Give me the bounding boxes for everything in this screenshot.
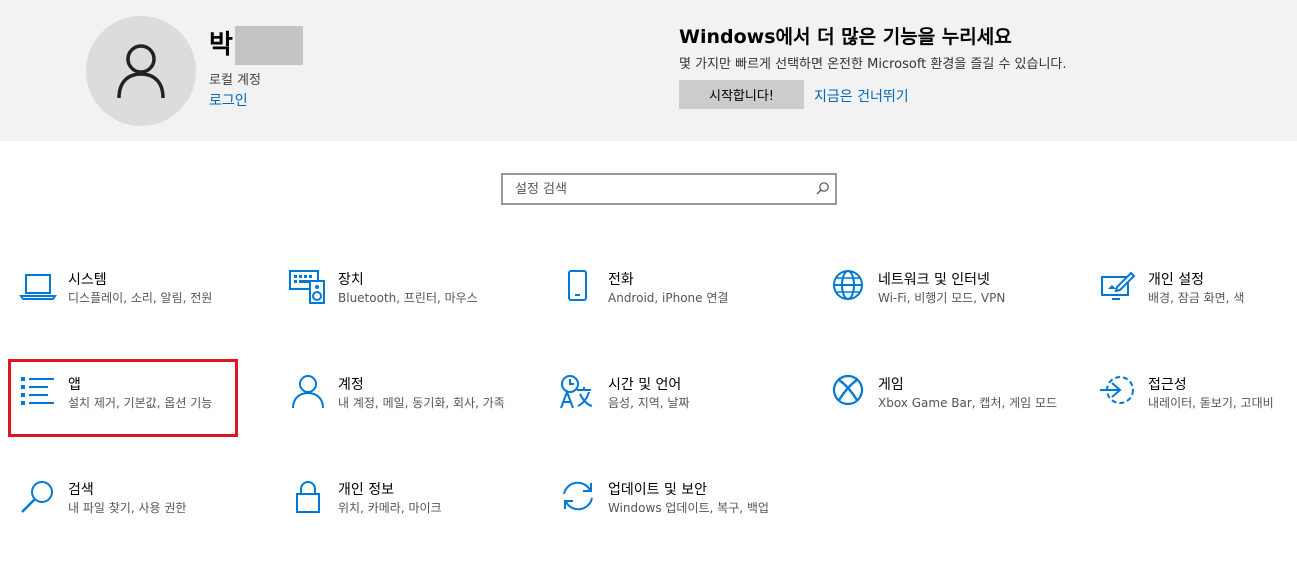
tile-description: Bluetooth, 프린터, 마우스	[338, 291, 478, 305]
tile-update-security[interactable]: 업데이트 및 보안 Windows 업데이트, 복구, 백업	[548, 479, 793, 561]
tile-description: Wi-Fi, 비행기 모드, VPN	[878, 291, 1006, 305]
settings-search-box[interactable]	[501, 173, 837, 205]
tile-description: Android, iPhone 연결	[608, 291, 729, 305]
tile-label: 접근성	[1148, 377, 1187, 393]
promo-title: Windows에서 더 많은 기능을 누리세요	[679, 26, 1012, 48]
tile-description: 내레이터, 돋보기, 고대비	[1148, 396, 1274, 410]
highlight-box	[8, 359, 238, 437]
avatar	[86, 16, 196, 126]
account-banner: 박 로컬 계정 로그인 Windows에서 더 많은 기능을 누리세요 몇 가지…	[0, 0, 1297, 141]
tile-description: 디스플레이, 소리, 알림, 전원	[68, 291, 213, 305]
tile-label: 개인 정보	[338, 482, 394, 498]
tile-accounts[interactable]: 계정 내 계정, 메일, 동기화, 회사, 가족	[278, 374, 523, 456]
tile-label: 장치	[338, 272, 364, 288]
tile-privacy[interactable]: 개인 정보 위치, 카메라, 마이크	[278, 479, 523, 561]
tile-description: Windows 업데이트, 복구, 백업	[608, 501, 769, 515]
login-link[interactable]: 로그인	[209, 90, 248, 110]
personalization-icon	[1101, 271, 1136, 300]
tile-label: 게임	[878, 377, 904, 393]
laptop-icon	[19, 274, 57, 300]
tile-network[interactable]: 네트워크 및 인터넷 Wi-Fi, 비행기 모드, VPN	[818, 269, 1063, 351]
promo-description: 몇 가지만 빠르게 선택하면 온전한 Microsoft 환경을 즐길 수 있습…	[679, 57, 1067, 72]
tile-label: 검색	[68, 482, 94, 498]
tile-label: 시스템	[68, 272, 107, 288]
tile-label: 네트워크 및 인터넷	[878, 272, 990, 288]
tile-description: 배경, 잠금 화면, 색	[1148, 291, 1245, 305]
tile-phone[interactable]: 전화 Android, iPhone 연결	[548, 269, 793, 351]
tile-label: 계정	[338, 377, 364, 393]
tile-personalization[interactable]: 개인 설정 배경, 잠금 화면, 색	[1088, 269, 1297, 351]
tile-system[interactable]: 시스템 디스플레이, 소리, 알림, 전원	[8, 269, 253, 351]
start-button[interactable]: 시작합니다!	[679, 80, 804, 109]
lock-icon	[296, 481, 320, 513]
skip-link[interactable]: 지금은 건너뛰기	[814, 86, 909, 106]
user-name: 박	[209, 30, 233, 60]
tile-description: 음성, 지역, 날짜	[608, 396, 690, 410]
user-icon	[117, 44, 165, 99]
tile-ease-of-access[interactable]: 접근성 내레이터, 돋보기, 고대비	[1088, 374, 1297, 456]
globe-icon	[833, 270, 863, 300]
redacted-name	[235, 26, 303, 65]
tile-time-language[interactable]: 시간 및 언어 음성, 지역, 날짜	[548, 374, 793, 456]
tile-label: 업데이트 및 보안	[608, 482, 708, 498]
sync-icon	[563, 481, 593, 511]
xbox-icon	[832, 374, 864, 406]
tile-search[interactable]: 검색 내 파일 찾기, 사용 권한	[8, 479, 253, 561]
account-type: 로컬 계정	[209, 73, 261, 88]
tile-label: 전화	[608, 272, 634, 288]
person-icon	[292, 375, 324, 409]
tile-description: 위치, 카메라, 마이크	[338, 501, 442, 515]
search-magnifier-icon	[21, 481, 53, 513]
tile-devices[interactable]: 장치 Bluetooth, 프린터, 마우스	[278, 269, 523, 351]
keyboard-speaker-icon	[289, 270, 325, 304]
tile-gaming[interactable]: 게임 Xbox Game Bar, 캡처, 게임 모드	[818, 374, 1063, 456]
tile-label: 개인 설정	[1148, 272, 1204, 288]
ease-of-access-icon	[1100, 376, 1134, 404]
search-input[interactable]	[513, 178, 807, 200]
phone-icon	[568, 270, 587, 301]
time-language-icon	[560, 375, 593, 409]
tile-label: 시간 및 언어	[608, 377, 682, 393]
search-icon[interactable]	[816, 181, 830, 195]
tile-description: 내 파일 찾기, 사용 권한	[68, 501, 187, 515]
tile-description: Xbox Game Bar, 캡처, 게임 모드	[878, 396, 1058, 410]
tile-description: 내 계정, 메일, 동기화, 회사, 가족	[338, 396, 505, 410]
